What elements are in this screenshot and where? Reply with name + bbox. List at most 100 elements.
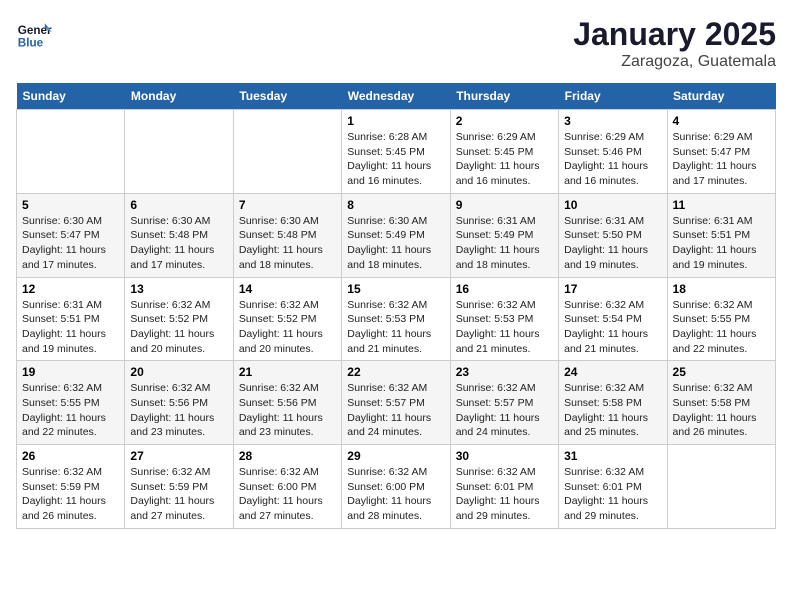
day-number: 27 [130, 449, 227, 463]
calendar-header-cell: Tuesday [233, 83, 341, 110]
day-number: 6 [130, 198, 227, 212]
day-number: 4 [673, 114, 770, 128]
calendar-cell: 20 Sunrise: 6:32 AMSunset: 5:56 PMDaylig… [125, 361, 233, 445]
day-info: Sunrise: 6:31 AMSunset: 5:51 PMDaylight:… [673, 214, 770, 273]
day-info: Sunrise: 6:29 AMSunset: 5:46 PMDaylight:… [564, 130, 661, 189]
calendar-cell [667, 445, 775, 529]
calendar-cell: 8 Sunrise: 6:30 AMSunset: 5:49 PMDayligh… [342, 193, 450, 277]
day-number: 19 [22, 365, 119, 379]
day-info: Sunrise: 6:32 AMSunset: 6:00 PMDaylight:… [347, 465, 444, 524]
calendar-header-cell: Saturday [667, 83, 775, 110]
day-number: 17 [564, 282, 661, 296]
day-number: 1 [347, 114, 444, 128]
day-info: Sunrise: 6:32 AMSunset: 5:56 PMDaylight:… [130, 381, 227, 440]
calendar-cell: 22 Sunrise: 6:32 AMSunset: 5:57 PMDaylig… [342, 361, 450, 445]
calendar-cell: 3 Sunrise: 6:29 AMSunset: 5:46 PMDayligh… [559, 110, 667, 194]
day-info: Sunrise: 6:30 AMSunset: 5:48 PMDaylight:… [239, 214, 336, 273]
title-block: January 2025 Zaragoza, Guatemala [573, 16, 776, 71]
calendar-cell: 23 Sunrise: 6:32 AMSunset: 5:57 PMDaylig… [450, 361, 558, 445]
calendar-cell: 13 Sunrise: 6:32 AMSunset: 5:52 PMDaylig… [125, 277, 233, 361]
calendar-week-row: 12 Sunrise: 6:31 AMSunset: 5:51 PMDaylig… [17, 277, 776, 361]
calendar-cell [233, 110, 341, 194]
day-info: Sunrise: 6:31 AMSunset: 5:49 PMDaylight:… [456, 214, 553, 273]
page-header: General Blue January 2025 Zaragoza, Guat… [16, 16, 776, 71]
day-number: 7 [239, 198, 336, 212]
calendar-cell: 9 Sunrise: 6:31 AMSunset: 5:49 PMDayligh… [450, 193, 558, 277]
day-number: 16 [456, 282, 553, 296]
day-info: Sunrise: 6:30 AMSunset: 5:49 PMDaylight:… [347, 214, 444, 273]
day-number: 25 [673, 365, 770, 379]
day-number: 23 [456, 365, 553, 379]
day-number: 5 [22, 198, 119, 212]
logo: General Blue [16, 16, 52, 52]
calendar-cell [17, 110, 125, 194]
day-info: Sunrise: 6:30 AMSunset: 5:48 PMDaylight:… [130, 214, 227, 273]
day-info: Sunrise: 6:32 AMSunset: 6:01 PMDaylight:… [564, 465, 661, 524]
day-info: Sunrise: 6:32 AMSunset: 5:55 PMDaylight:… [22, 381, 119, 440]
calendar-cell: 27 Sunrise: 6:32 AMSunset: 5:59 PMDaylig… [125, 445, 233, 529]
calendar-cell: 4 Sunrise: 6:29 AMSunset: 5:47 PMDayligh… [667, 110, 775, 194]
calendar-week-row: 26 Sunrise: 6:32 AMSunset: 5:59 PMDaylig… [17, 445, 776, 529]
day-number: 31 [564, 449, 661, 463]
day-info: Sunrise: 6:32 AMSunset: 6:00 PMDaylight:… [239, 465, 336, 524]
logo-icon: General Blue [16, 16, 52, 52]
calendar-week-row: 5 Sunrise: 6:30 AMSunset: 5:47 PMDayligh… [17, 193, 776, 277]
calendar-header-row: SundayMondayTuesdayWednesdayThursdayFrid… [17, 83, 776, 110]
month-title: January 2025 [573, 16, 776, 53]
location: Zaragoza, Guatemala [573, 53, 776, 71]
day-number: 22 [347, 365, 444, 379]
day-number: 14 [239, 282, 336, 296]
day-number: 12 [22, 282, 119, 296]
calendar-cell: 7 Sunrise: 6:30 AMSunset: 5:48 PMDayligh… [233, 193, 341, 277]
day-info: Sunrise: 6:32 AMSunset: 5:53 PMDaylight:… [456, 298, 553, 357]
day-number: 18 [673, 282, 770, 296]
calendar-week-row: 19 Sunrise: 6:32 AMSunset: 5:55 PMDaylig… [17, 361, 776, 445]
day-info: Sunrise: 6:32 AMSunset: 5:52 PMDaylight:… [239, 298, 336, 357]
calendar-cell: 25 Sunrise: 6:32 AMSunset: 5:58 PMDaylig… [667, 361, 775, 445]
day-number: 8 [347, 198, 444, 212]
calendar-cell: 24 Sunrise: 6:32 AMSunset: 5:58 PMDaylig… [559, 361, 667, 445]
day-info: Sunrise: 6:28 AMSunset: 5:45 PMDaylight:… [347, 130, 444, 189]
calendar-cell: 26 Sunrise: 6:32 AMSunset: 5:59 PMDaylig… [17, 445, 125, 529]
calendar-cell: 11 Sunrise: 6:31 AMSunset: 5:51 PMDaylig… [667, 193, 775, 277]
calendar-cell: 10 Sunrise: 6:31 AMSunset: 5:50 PMDaylig… [559, 193, 667, 277]
day-info: Sunrise: 6:29 AMSunset: 5:45 PMDaylight:… [456, 130, 553, 189]
calendar-cell: 12 Sunrise: 6:31 AMSunset: 5:51 PMDaylig… [17, 277, 125, 361]
day-info: Sunrise: 6:32 AMSunset: 5:57 PMDaylight:… [347, 381, 444, 440]
day-info: Sunrise: 6:32 AMSunset: 5:52 PMDaylight:… [130, 298, 227, 357]
day-info: Sunrise: 6:32 AMSunset: 5:58 PMDaylight:… [564, 381, 661, 440]
calendar-header-cell: Friday [559, 83, 667, 110]
day-info: Sunrise: 6:30 AMSunset: 5:47 PMDaylight:… [22, 214, 119, 273]
day-number: 9 [456, 198, 553, 212]
calendar-body: 1 Sunrise: 6:28 AMSunset: 5:45 PMDayligh… [17, 110, 776, 529]
day-number: 3 [564, 114, 661, 128]
day-number: 28 [239, 449, 336, 463]
day-number: 21 [239, 365, 336, 379]
day-number: 11 [673, 198, 770, 212]
svg-text:Blue: Blue [18, 37, 44, 50]
calendar-cell: 6 Sunrise: 6:30 AMSunset: 5:48 PMDayligh… [125, 193, 233, 277]
calendar-cell: 16 Sunrise: 6:32 AMSunset: 5:53 PMDaylig… [450, 277, 558, 361]
calendar-cell: 5 Sunrise: 6:30 AMSunset: 5:47 PMDayligh… [17, 193, 125, 277]
day-info: Sunrise: 6:32 AMSunset: 6:01 PMDaylight:… [456, 465, 553, 524]
calendar-cell: 29 Sunrise: 6:32 AMSunset: 6:00 PMDaylig… [342, 445, 450, 529]
calendar-cell: 31 Sunrise: 6:32 AMSunset: 6:01 PMDaylig… [559, 445, 667, 529]
day-info: Sunrise: 6:32 AMSunset: 5:55 PMDaylight:… [673, 298, 770, 357]
day-info: Sunrise: 6:32 AMSunset: 5:56 PMDaylight:… [239, 381, 336, 440]
calendar-cell: 28 Sunrise: 6:32 AMSunset: 6:00 PMDaylig… [233, 445, 341, 529]
day-info: Sunrise: 6:32 AMSunset: 5:53 PMDaylight:… [347, 298, 444, 357]
calendar-cell: 21 Sunrise: 6:32 AMSunset: 5:56 PMDaylig… [233, 361, 341, 445]
calendar-cell: 14 Sunrise: 6:32 AMSunset: 5:52 PMDaylig… [233, 277, 341, 361]
calendar-cell [125, 110, 233, 194]
day-number: 10 [564, 198, 661, 212]
day-number: 2 [456, 114, 553, 128]
calendar-cell: 1 Sunrise: 6:28 AMSunset: 5:45 PMDayligh… [342, 110, 450, 194]
calendar-week-row: 1 Sunrise: 6:28 AMSunset: 5:45 PMDayligh… [17, 110, 776, 194]
day-info: Sunrise: 6:32 AMSunset: 5:59 PMDaylight:… [130, 465, 227, 524]
day-number: 20 [130, 365, 227, 379]
day-info: Sunrise: 6:31 AMSunset: 5:51 PMDaylight:… [22, 298, 119, 357]
day-number: 30 [456, 449, 553, 463]
calendar-header-cell: Monday [125, 83, 233, 110]
day-info: Sunrise: 6:29 AMSunset: 5:47 PMDaylight:… [673, 130, 770, 189]
day-number: 13 [130, 282, 227, 296]
